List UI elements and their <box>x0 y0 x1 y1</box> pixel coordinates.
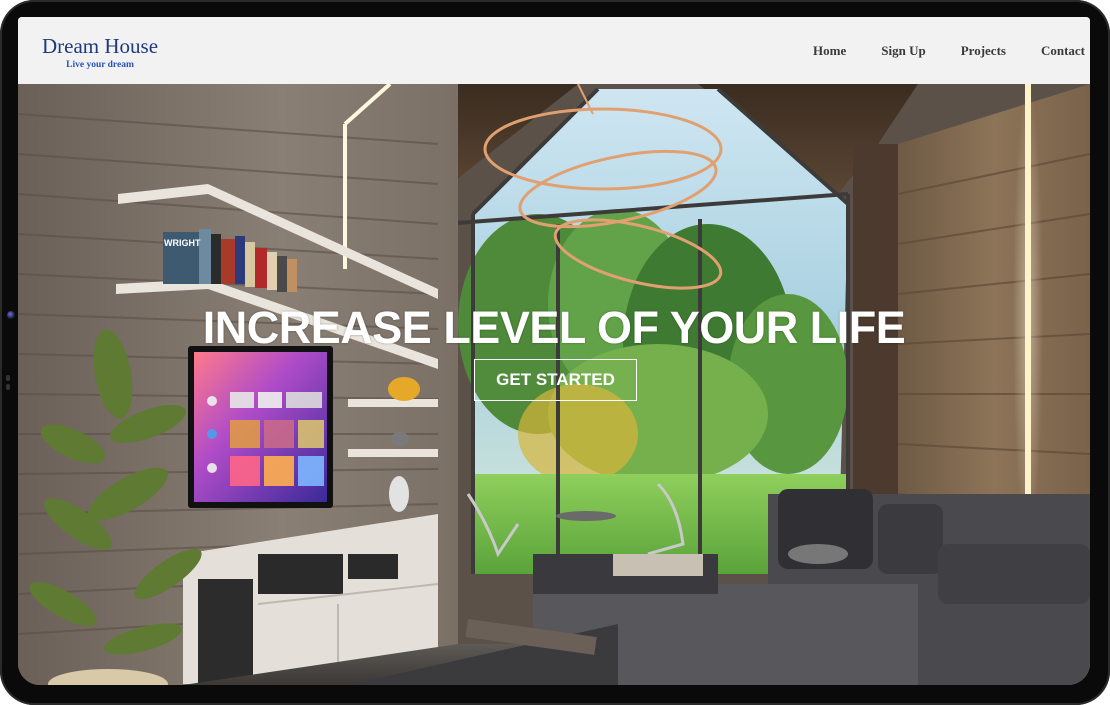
hero-section: WRIGHT INCREASE LEVEL OF YOUR LIFE GET S… <box>18 84 1090 685</box>
nav-link-projects[interactable]: Projects <box>926 43 1006 59</box>
nav-link-contact[interactable]: Contact <box>1006 43 1090 59</box>
book-spine-text: WRIGHT <box>164 238 201 248</box>
brand-logo[interactable]: Dream House Live your dream <box>30 34 170 71</box>
camera-icon <box>7 311 15 319</box>
brand-tagline: Live your dream <box>66 60 134 70</box>
get-started-button[interactable]: GET STARTED <box>474 359 637 401</box>
hero-headline: INCREASE LEVEL OF YOUR LIFE <box>202 302 906 353</box>
main-nav: Home Sign Up Projects Contact <box>778 43 1090 59</box>
nav-link-sign-up[interactable]: Sign Up <box>846 43 925 59</box>
top-navbar: Dream House Live your dream Home Sign Up… <box>18 17 1090 84</box>
browser-viewport: Dream House Live your dream Home Sign Up… <box>18 17 1090 685</box>
brand-title: Dream House <box>41 34 159 58</box>
side-button <box>6 384 10 390</box>
nav-link-home[interactable]: Home <box>778 43 846 59</box>
tablet-frame: Dream House Live your dream Home Sign Up… <box>0 0 1110 705</box>
side-button <box>6 375 10 381</box>
